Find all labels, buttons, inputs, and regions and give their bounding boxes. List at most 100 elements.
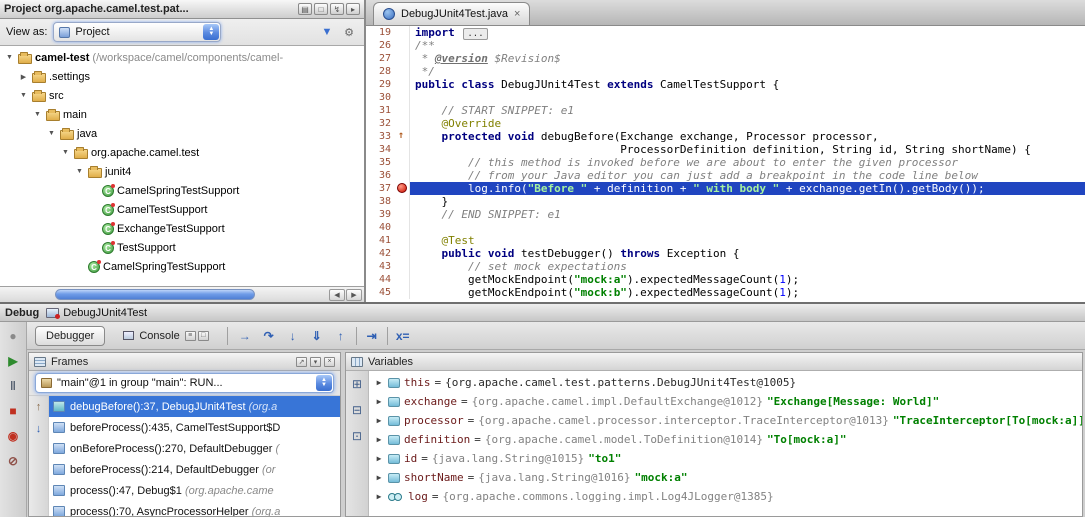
tree-item[interactable]: ▼src <box>0 86 364 105</box>
tree-item[interactable]: ▶.settings <box>0 67 364 86</box>
code-area[interactable]: 19import ...26/**27 * @version $Revision… <box>366 26 1085 302</box>
code-line[interactable]: 34 ProcessorDefinition definition, Strin… <box>366 143 1085 156</box>
tab-console[interactable]: Console ≡□ <box>113 327 218 345</box>
code-line[interactable]: 38 } <box>366 195 1085 208</box>
mute-breakpoints-icon[interactable]: ⊘ <box>4 452 22 469</box>
stack-frame-row[interactable]: process():70, AsyncProcessorHelper (org.… <box>49 501 340 516</box>
tree-item[interactable]: ▼camel-test (/workspace/camel/components… <box>0 48 364 67</box>
code-line[interactable]: 42 public void testDebugger() throws Exc… <box>366 247 1085 260</box>
code-line[interactable]: 19import ... <box>366 26 1085 39</box>
chevron-right-icon[interactable]: ▶ <box>374 378 384 387</box>
tree-item[interactable]: ▼main <box>0 105 364 124</box>
chevron-down-icon[interactable]: ▼ <box>60 149 71 156</box>
chevron-down-icon[interactable]: ▼ <box>18 92 29 99</box>
evaluate-icon[interactable]: ⊟ <box>349 402 365 418</box>
stack-frame-row[interactable]: beforeProcess():435, CamelTestSupport$D <box>49 417 340 438</box>
show-watches-icon[interactable]: ⊞ <box>349 376 365 392</box>
scroll-right-icon[interactable]: ▶ <box>346 289 362 301</box>
float-pane-icon[interactable]: ↗ <box>296 357 307 367</box>
view-as-combo[interactable]: Project ▲▼ <box>53 22 221 42</box>
thread-selector[interactable]: "main"@1 in group "main": RUN... ▲▼ <box>35 373 334 393</box>
chevron-right-icon[interactable]: ▶ <box>374 435 384 444</box>
variable-row[interactable]: ▶definition = {org.apache.camel.model.To… <box>369 430 1082 449</box>
code-line[interactable]: 35 // this method is invoked before we a… <box>366 156 1085 169</box>
chevron-right-icon[interactable]: ▶ <box>374 397 384 406</box>
resume-icon[interactable]: ▶ <box>4 352 22 369</box>
close-pane-icon[interactable]: × <box>324 357 335 367</box>
override-arrow-icon[interactable]: ↑ <box>398 130 404 142</box>
chevron-down-icon[interactable]: ▼ <box>46 130 57 137</box>
variable-row[interactable]: ▶id = {java.lang.String@1015}"to1" <box>369 449 1082 468</box>
variable-row[interactable]: ▶exchange = {org.apache.camel.impl.Defau… <box>369 392 1082 411</box>
chevron-right-icon[interactable]: ▶ <box>374 473 384 482</box>
close-icon[interactable]: × <box>514 8 520 20</box>
tree-item[interactable]: CCamelSpringTestSupport <box>0 181 364 200</box>
settings-icon[interactable]: ● <box>4 327 22 344</box>
gear-icon[interactable]: ⚙ <box>340 24 358 40</box>
code-line[interactable]: 31 // START SNIPPET: e1 <box>366 104 1085 117</box>
tab-debugger[interactable]: Debugger <box>35 326 105 346</box>
chevron-right-icon[interactable]: ▶ <box>374 416 384 425</box>
hide-button[interactable]: ↯ <box>330 3 344 15</box>
code-line[interactable]: 41 @Test <box>366 234 1085 247</box>
tree-item[interactable]: ▼java <box>0 124 364 143</box>
frame-up-icon[interactable]: ↑ <box>31 399 46 414</box>
editor-tab[interactable]: DebugJUnit4Test.java × <box>373 2 530 25</box>
breakpoint-icon[interactable] <box>397 183 407 193</box>
tree-item[interactable]: CExchangeTestSupport <box>0 219 364 238</box>
code-line[interactable]: 29public class DebugJUnit4Test extends C… <box>366 78 1085 91</box>
minimize-pane-icon[interactable]: ▾ <box>310 357 321 367</box>
step-out-icon[interactable]: ↑ <box>332 327 350 345</box>
code-line[interactable]: 45 getMockEndpoint("mock:b").expectedMes… <box>366 286 1085 299</box>
code-line[interactable]: 28 */ <box>366 65 1085 78</box>
tree-item[interactable]: CCamelTestSupport <box>0 200 364 219</box>
code-line[interactable]: 43 // set mock expectations <box>366 260 1085 273</box>
chevron-down-icon[interactable]: ▼ <box>4 54 15 61</box>
pause-icon[interactable]: ‖ <box>4 377 22 394</box>
evaluate-expression-icon[interactable]: x= <box>394 327 412 345</box>
debug-session-tab[interactable]: DebugJUnit4Test <box>46 307 147 319</box>
code-line[interactable]: 36 // from your Java editor you can just… <box>366 169 1085 182</box>
code-line[interactable]: 27 * @version $Revision$ <box>366 52 1085 65</box>
code-line[interactable]: 40 <box>366 221 1085 234</box>
stop-icon[interactable]: ■ <box>4 402 22 419</box>
code-line[interactable]: 33↑ protected void debugBefore(Exchange … <box>366 130 1085 143</box>
stack-frame-row[interactable]: onBeforeProcess():270, DefaultDebugger ( <box>49 438 340 459</box>
tree-item[interactable]: CTestSupport <box>0 238 364 257</box>
scroll-left-icon[interactable]: ◀ <box>329 289 345 301</box>
variable-row[interactable]: ▶log = {org.apache.commons.logging.impl.… <box>369 487 1082 506</box>
code-line[interactable]: 30 <box>366 91 1085 104</box>
chevron-down-icon[interactable]: ▼ <box>74 168 85 175</box>
float-icon[interactable]: □ <box>198 331 209 341</box>
frame-down-icon[interactable]: ↓ <box>31 421 46 436</box>
code-line[interactable]: 26/** <box>366 39 1085 52</box>
stack-frame-row[interactable]: beforeProcess():214, DefaultDebugger (or <box>49 459 340 480</box>
combo-arrows-icon[interactable]: ▲▼ <box>203 24 219 40</box>
chevron-down-icon[interactable]: ▼ <box>32 111 43 118</box>
scrollbar-thumb[interactable] <box>55 289 255 300</box>
variable-row[interactable]: ▶processor = {org.apache.camel.processor… <box>369 411 1082 430</box>
add-watch-icon[interactable]: ⊡ <box>349 428 365 444</box>
horizontal-scrollbar[interactable]: ◀ ▶ <box>0 286 364 302</box>
dock-button[interactable]: ▤ <box>298 3 312 15</box>
chevron-right-icon[interactable]: ▶ <box>18 73 29 81</box>
variable-row[interactable]: ▶shortName = {java.lang.String@1016}"moc… <box>369 468 1082 487</box>
stack-frame-row[interactable]: process():47, Debug$1 (org.apache.came <box>49 480 340 501</box>
step-over-icon[interactable]: ↷ <box>260 327 278 345</box>
chevron-right-icon[interactable]: ▶ <box>374 492 384 501</box>
tree-item[interactable]: ▼org.apache.camel.test <box>0 143 364 162</box>
filter-icon[interactable]: ▼ <box>318 24 336 40</box>
step-into-icon[interactable]: ↓ <box>284 327 302 345</box>
tree-item[interactable]: ▼junit4 <box>0 162 364 181</box>
code-line[interactable]: 37 log.info("Before " + definition + " w… <box>366 182 1085 195</box>
float-button[interactable]: □ <box>314 3 328 15</box>
scroll-source-button[interactable]: ▸ <box>346 3 360 15</box>
force-step-into-icon[interactable]: ⇓ <box>308 327 326 345</box>
code-line[interactable]: 32 @Override <box>366 117 1085 130</box>
stack-frame-row[interactable]: debugBefore():37, DebugJUnit4Test (org.a <box>49 396 340 417</box>
code-line[interactable]: 44 getMockEndpoint("mock:a").expectedMes… <box>366 273 1085 286</box>
tree-item[interactable]: CCamelSpringTestSupport <box>0 257 364 276</box>
show-execution-point-icon[interactable]: → <box>236 327 254 345</box>
pin-icon[interactable]: ≡ <box>185 331 196 341</box>
chevron-right-icon[interactable]: ▶ <box>374 454 384 463</box>
